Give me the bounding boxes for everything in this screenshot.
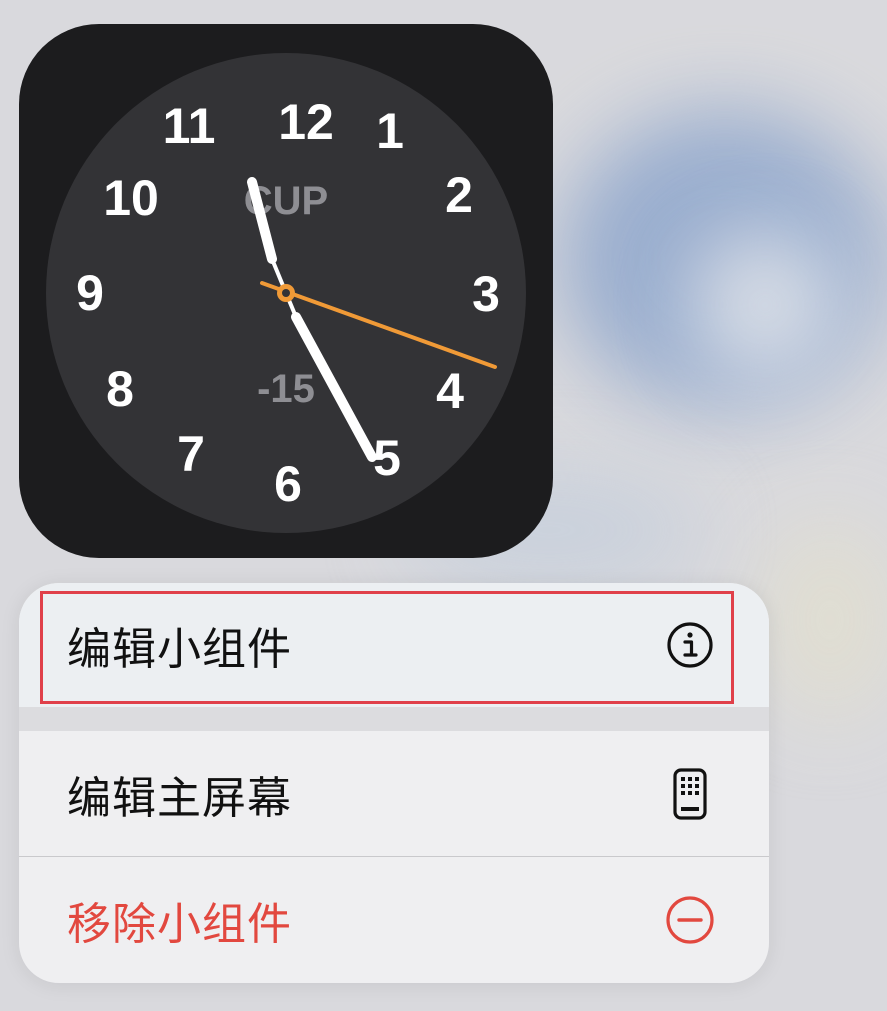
clock-widget[interactable]: 12 1 2 3 4 5 6 7 8 9 10 11 CUP -15 <box>19 24 553 558</box>
phone-grid-icon <box>663 767 717 821</box>
clock-offset-label: -15 <box>257 367 315 411</box>
edit-widget-menu-item[interactable]: 编辑小组件 <box>19 583 769 707</box>
menu-item-label: 编辑主屏幕 <box>67 772 292 824</box>
remove-widget-menu-item[interactable]: 移除小组件 <box>19 857 769 983</box>
numeral-12: 12 <box>278 94 334 150</box>
numeral-3: 3 <box>472 266 500 322</box>
info-circle-icon <box>663 618 717 672</box>
menu-item-label: 移除小组件 <box>67 899 292 950</box>
background-blur <box>690 230 840 380</box>
numeral-6: 6 <box>274 456 302 512</box>
numeral-11: 11 <box>163 98 216 154</box>
clock-center-dot <box>282 289 290 297</box>
menu-item-label: 编辑小组件 <box>67 624 292 675</box>
clock-face: 12 1 2 3 4 5 6 7 8 9 10 11 CUP -15 <box>46 53 526 533</box>
numeral-4: 4 <box>436 363 464 419</box>
edit-home-screen-menu-item[interactable]: 编辑主屏幕 <box>19 731 769 856</box>
numeral-1: 1 <box>376 103 404 159</box>
numeral-9: 9 <box>76 265 104 321</box>
numeral-2: 2 <box>445 167 473 223</box>
numeral-8: 8 <box>106 361 134 417</box>
minus-circle-icon <box>663 893 717 947</box>
numeral-10: 10 <box>103 170 159 226</box>
background-blur <box>760 520 887 720</box>
widget-context-menu: 编辑小组件 编辑主屏幕 移除小组件 <box>19 583 769 983</box>
numeral-7: 7 <box>177 426 205 482</box>
menu-group-separator <box>19 707 769 731</box>
numeral-5: 5 <box>373 430 401 486</box>
